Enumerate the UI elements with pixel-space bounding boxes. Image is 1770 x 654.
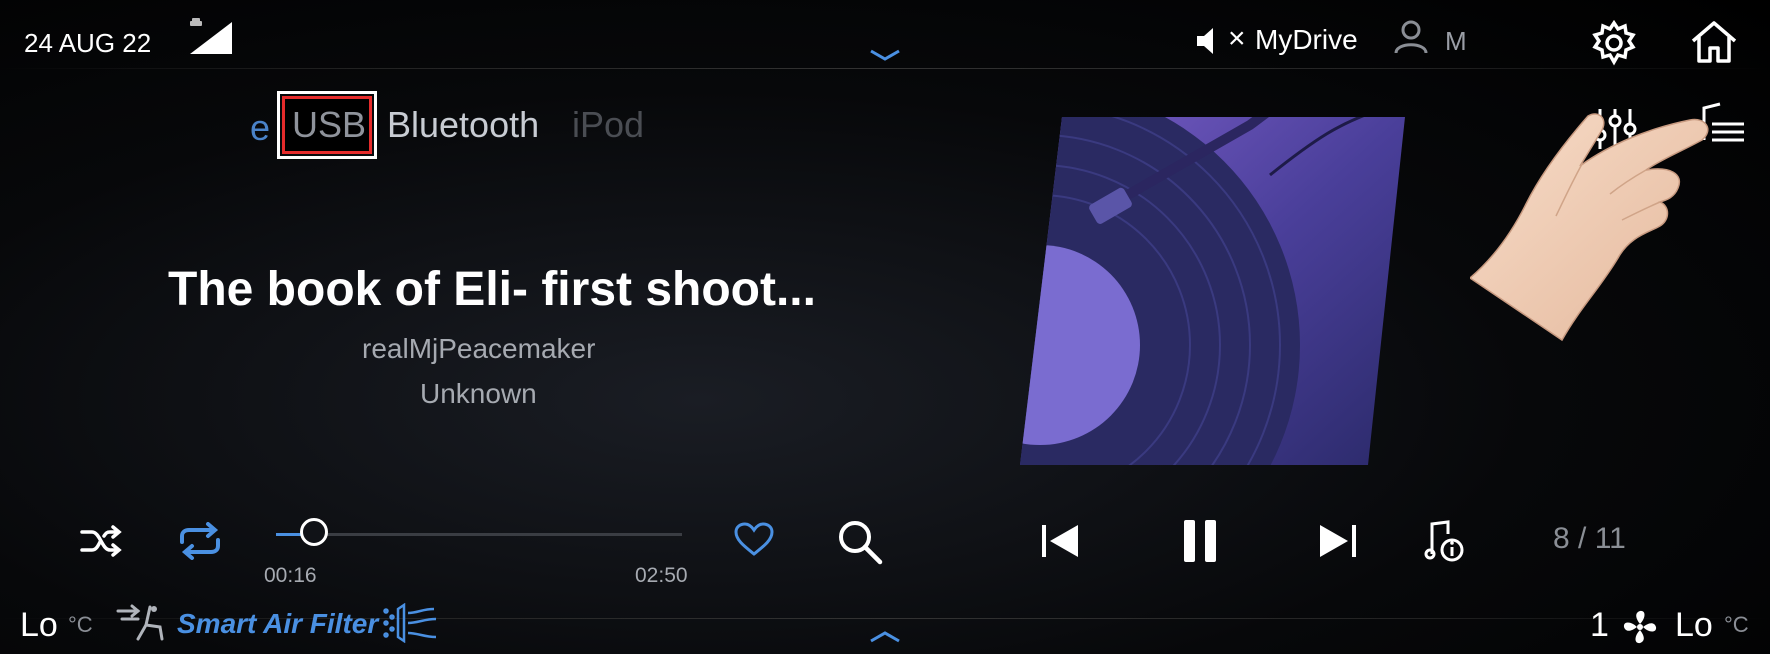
air-filter-icon[interactable] — [382, 603, 438, 643]
source-tab-bluetooth[interactable]: Bluetooth — [387, 104, 539, 146]
search-icon[interactable] — [836, 518, 884, 566]
user-initial[interactable]: M — [1445, 26, 1467, 57]
progress-track[interactable] — [276, 533, 682, 536]
top-divider — [0, 68, 1770, 69]
mute-x: × — [1228, 22, 1246, 55]
seat-airflow-icon[interactable] — [116, 603, 166, 643]
fan-level[interactable]: 1 — [1590, 606, 1609, 645]
media-screen: 24 AUG 22 × MyDrive M e USB Bluetooth iP… — [0, 0, 1770, 654]
home-icon[interactable] — [1690, 20, 1738, 64]
album-art — [1020, 117, 1405, 465]
signal-icon — [190, 22, 232, 54]
album-name: Unknown — [420, 378, 537, 409]
fan-icon[interactable] — [1622, 609, 1658, 645]
total-time: 02:50 — [635, 564, 688, 587]
song-title: The book of Eli- first shoot... — [168, 263, 816, 316]
gear-icon[interactable] — [1591, 20, 1637, 66]
music-info-icon[interactable] — [1424, 520, 1468, 564]
user-icon[interactable] — [1393, 20, 1429, 54]
source-tab-usb[interactable]: USB — [292, 104, 366, 146]
chevron-up-icon[interactable] — [868, 630, 902, 644]
track-position: 8 / 11 — [1553, 522, 1626, 555]
profile-name[interactable]: MyDrive — [1255, 24, 1358, 56]
left-temperature[interactable]: Lo — [20, 606, 58, 645]
artist-name: realMjPeacemaker — [362, 333, 596, 364]
source-tab-partial[interactable]: e — [250, 107, 270, 149]
mute-icon[interactable] — [1195, 26, 1223, 56]
shuffle-icon[interactable] — [80, 524, 122, 558]
previous-icon[interactable] — [1040, 523, 1080, 559]
status-date: 24 AUG 22 — [24, 28, 152, 58]
left-temp-unit: °C — [68, 612, 93, 637]
progress-knob[interactable] — [300, 518, 329, 546]
heart-icon[interactable] — [734, 522, 774, 558]
right-temperature[interactable]: Lo — [1675, 606, 1713, 645]
pointing-hand-graphic — [1470, 113, 1709, 342]
repeat-icon[interactable] — [178, 522, 222, 560]
chevron-down-icon[interactable] — [868, 48, 902, 62]
smart-air-filter-label[interactable]: Smart Air Filter — [177, 608, 378, 640]
elapsed-time: 00:16 — [264, 564, 317, 587]
next-icon[interactable] — [1318, 523, 1358, 559]
right-temp-unit: °C — [1724, 612, 1749, 637]
pause-icon[interactable] — [1181, 518, 1219, 564]
source-tab-ipod[interactable]: iPod — [572, 104, 644, 146]
